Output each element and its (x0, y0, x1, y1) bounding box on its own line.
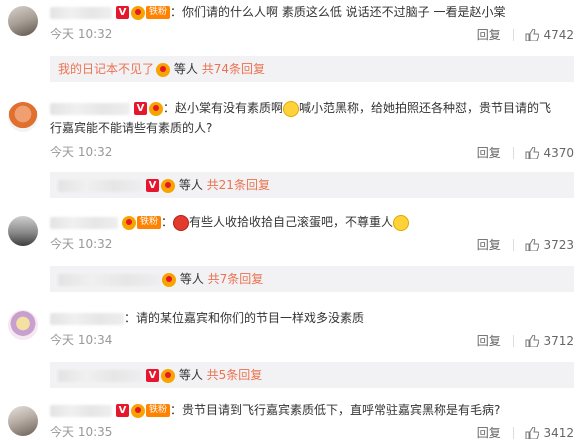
medal-icon (131, 5, 145, 20)
username-blurred[interactable] (50, 216, 118, 229)
verified-badge: V (116, 404, 129, 417)
username-blurred[interactable] (50, 312, 124, 325)
replies-count-link[interactable]: 共74条回复 (202, 62, 265, 76)
reply-summary[interactable]: 等人 共7条回复 (50, 266, 574, 292)
username-blurred[interactable] (50, 6, 112, 19)
reply-button[interactable]: 回复 (477, 145, 501, 161)
like-count: 3712 (543, 333, 574, 348)
reply-button[interactable]: 回复 (477, 333, 501, 349)
avatar[interactable] (8, 102, 38, 132)
reply-author-blurred[interactable] (58, 273, 160, 286)
avatar[interactable] (8, 216, 38, 246)
thumbs-up-icon (525, 427, 540, 439)
medal-icon (156, 62, 171, 77)
medal-icon (131, 403, 145, 418)
comment-text-a: 赵小棠有没有素质啊 (175, 101, 284, 115)
reply-summary[interactable]: V 等人 共21条回复 (50, 172, 574, 198)
comment-time: 今天 10:35 (50, 425, 113, 439)
comment-text-b: 喊小范黑称，给她拍照还各种怼，贵节目请的飞 (299, 101, 552, 115)
replies-count-link[interactable]: 共21条回复 (207, 178, 270, 192)
reply-summary[interactable]: V 等人 共5条回复 (50, 362, 574, 388)
thumbs-up-icon (525, 239, 540, 251)
comment-text: 贵节目请到飞行嘉宾素质低下，直呼常驻嘉宾黑称是有毛病? (182, 403, 501, 417)
avatar[interactable] (8, 406, 38, 436)
username-blurred[interactable] (50, 102, 130, 115)
comment-time: 今天 10:32 (50, 145, 113, 159)
smile-emoji-icon (393, 214, 410, 231)
thumbs-up-icon (525, 335, 540, 347)
like-button[interactable]: 3723 (525, 237, 574, 253)
medal-icon (161, 178, 175, 193)
fan-badge: 铁粉 (146, 404, 171, 417)
like-count: 4742 (543, 27, 574, 42)
username-blurred[interactable] (50, 404, 112, 417)
like-button[interactable]: 3412 (525, 425, 574, 441)
like-button[interactable]: 3712 (525, 333, 574, 349)
like-button[interactable]: 4742 (525, 27, 574, 43)
comment-text: 请的某位嘉宾和你们的节目一样戏多没素质 (136, 311, 365, 325)
verified-badge: V (146, 369, 159, 382)
like-button[interactable]: 4370 (525, 145, 574, 161)
reply-suffix: 等人 (173, 62, 198, 76)
reply-author[interactable]: 我的日记本不见了 (58, 62, 154, 76)
medal-icon (122, 215, 136, 230)
reply-button[interactable]: 回复 (477, 27, 501, 43)
verified-badge: V (134, 102, 147, 115)
comment-time: 今天 10:32 (50, 27, 113, 41)
comment-time: 今天 10:32 (50, 237, 113, 251)
comment-text: 你们请的什么人啊 素质这么低 说话还不过脑子 一看是赵小棠 (182, 5, 506, 19)
medal-icon (162, 272, 176, 287)
like-count: 3723 (543, 237, 574, 252)
reply-button[interactable]: 回复 (477, 237, 501, 253)
verified-badge: V (116, 6, 129, 19)
avatar[interactable] (8, 6, 38, 36)
avatar[interactable] (8, 310, 38, 340)
reply-author-blurred[interactable] (58, 179, 142, 192)
like-count: 3412 (543, 425, 574, 440)
comment-text-c: 行嘉宾能不能请些有素质的人? (50, 121, 213, 135)
medal-icon (161, 368, 175, 383)
fan-badge: 铁粉 (137, 216, 162, 229)
reply-suffix: 等人 (179, 272, 204, 286)
comment-time: 今天 10:34 (50, 333, 113, 347)
thumbs-up-icon (525, 29, 540, 41)
verified-badge: V (146, 179, 159, 192)
reply-suffix: 等人 (178, 178, 203, 192)
replies-count-link[interactable]: 共7条回复 (208, 272, 264, 286)
thumbs-up-icon (525, 147, 540, 159)
comment-text: 有些人收拾收拾自己滚蛋吧，不尊重人 (189, 215, 394, 229)
angry-emoji-icon (173, 214, 190, 231)
replies-count-link[interactable]: 共5条回复 (207, 368, 263, 382)
reply-summary[interactable]: 我的日记本不见了 等人 共74条回复 (50, 56, 574, 82)
reply-suffix: 等人 (178, 368, 203, 382)
awkward-smile-emoji-icon (283, 100, 300, 117)
medal-icon (149, 101, 163, 116)
like-count: 4370 (543, 145, 574, 160)
reply-button[interactable]: 回复 (477, 425, 501, 441)
reply-author-blurred[interactable] (58, 369, 142, 382)
fan-badge: 铁粉 (146, 6, 171, 19)
